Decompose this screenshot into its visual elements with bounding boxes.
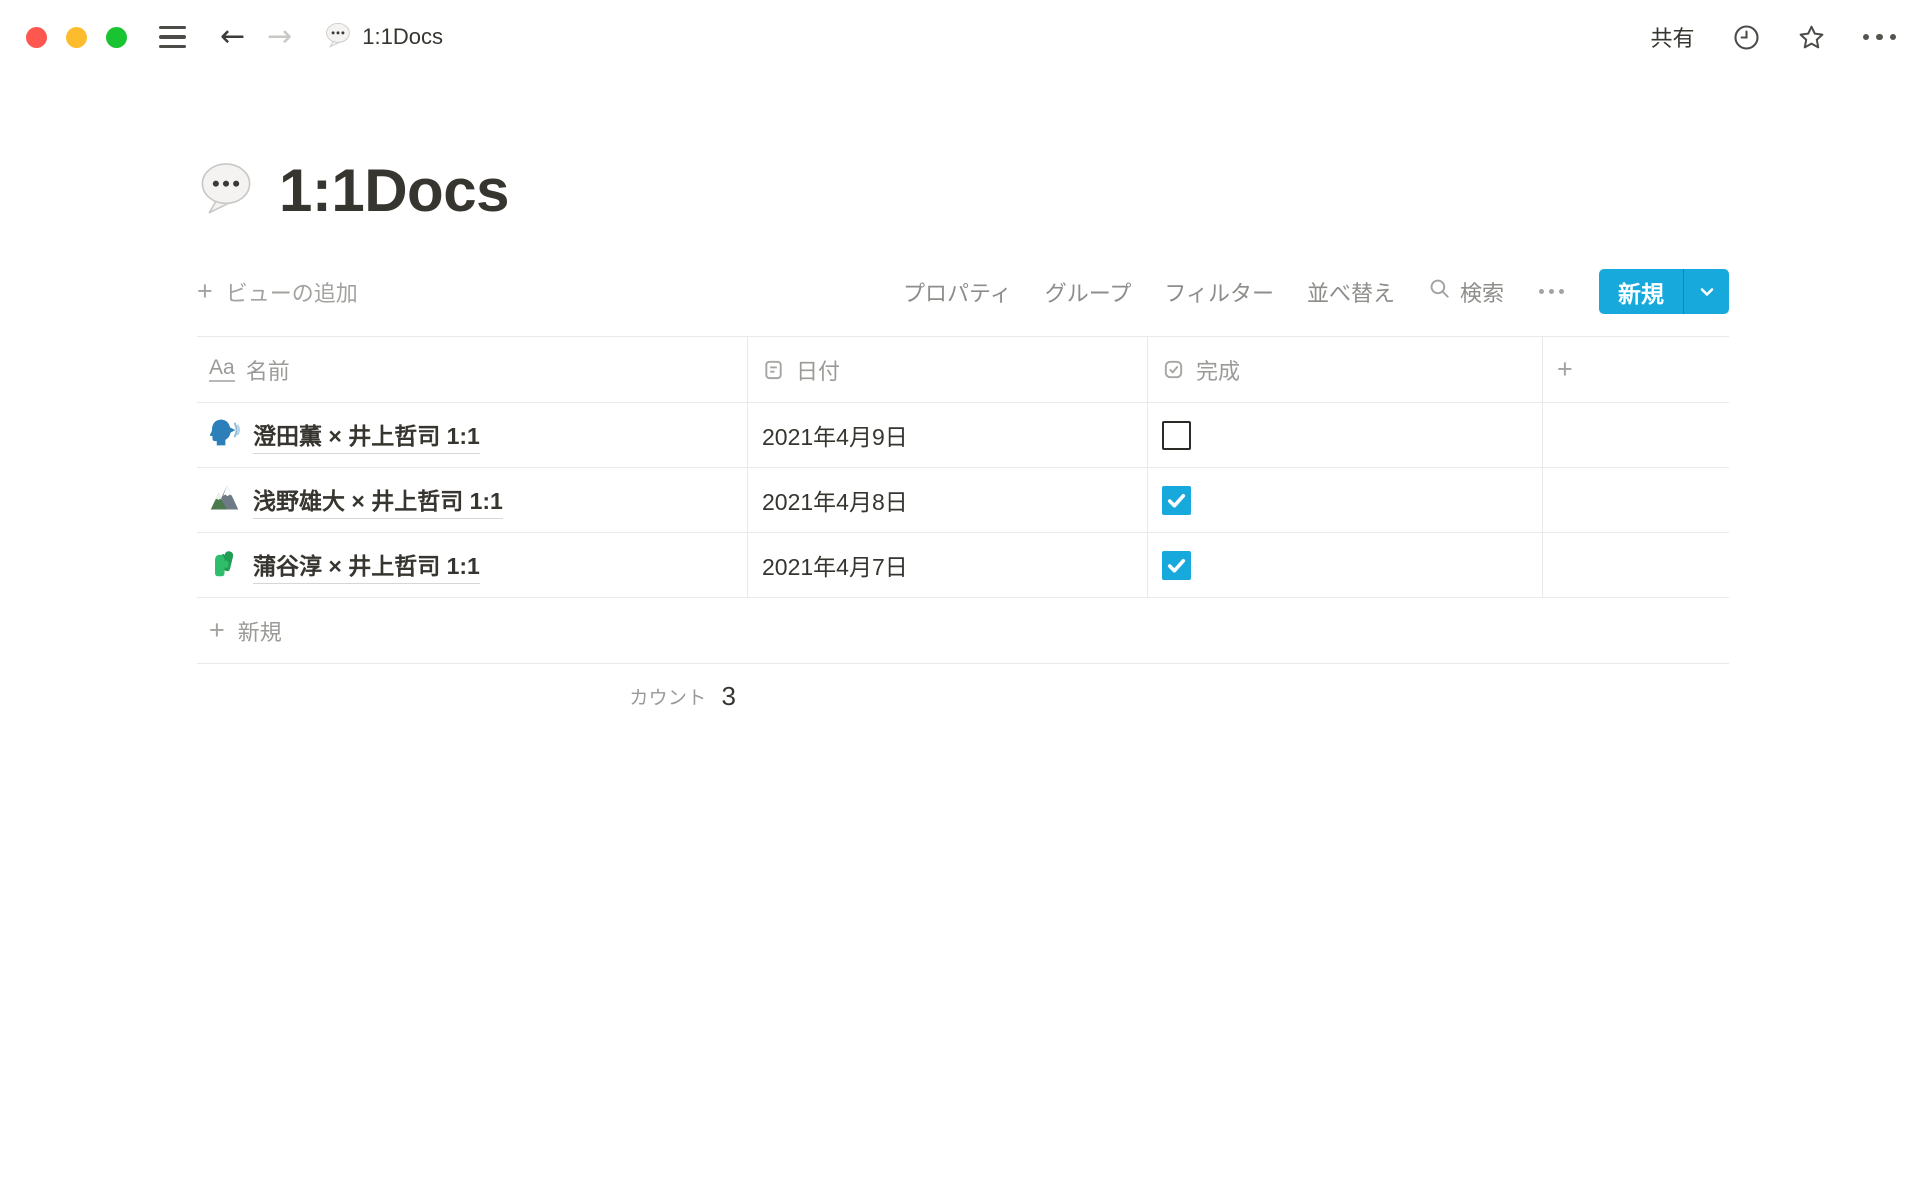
column-header-date[interactable]: 日付 — [748, 337, 1148, 402]
gloves-emoji-icon — [209, 547, 240, 584]
database-table: Aa 名前 日付 — [197, 336, 1729, 728]
done-checkbox[interactable] — [1162, 551, 1191, 580]
plus-icon: + — [197, 278, 213, 305]
cell-date[interactable]: 2021年4月7日 — [748, 533, 1148, 597]
page-content: 1:1Docs + ビューの追加 プロパティ グループ フィルター 並べ替え 検… — [197, 156, 1729, 728]
row-title[interactable]: 浅野雄大 × 井上哲司 1:1 — [253, 482, 503, 519]
add-view-button[interactable]: + ビューの追加 — [197, 276, 358, 308]
plus-icon: + — [209, 617, 225, 644]
search-icon — [1428, 277, 1451, 306]
done-checkbox[interactable] — [1162, 421, 1191, 450]
count-calc-button[interactable]: カウント 3 — [197, 664, 748, 728]
text-property-icon: Aa — [209, 357, 235, 382]
add-view-label: ビューの追加 — [226, 276, 358, 308]
add-row-label: 新規 — [238, 615, 282, 647]
filter-button[interactable]: フィルター — [1164, 276, 1274, 308]
back-arrow-icon[interactable]: ← — [220, 22, 245, 52]
speaking-head-emoji-icon — [209, 417, 240, 454]
minimize-window-button[interactable] — [66, 27, 87, 48]
cell-empty — [1543, 533, 1729, 597]
zoom-window-button[interactable] — [106, 27, 127, 48]
group-button[interactable]: グループ — [1045, 276, 1132, 308]
count-value: 3 — [722, 681, 736, 712]
breadcrumb-title: 1:1Docs — [362, 24, 443, 50]
mountain-emoji-icon — [209, 482, 240, 519]
count-label: カウント — [629, 683, 706, 710]
cell-done[interactable] — [1148, 403, 1543, 467]
calendar-icon — [762, 358, 785, 381]
cell-date[interactable]: 2021年4月8日 — [748, 468, 1148, 532]
table-row: 澄田薫 × 井上哲司 1:1 2021年4月9日 — [197, 403, 1729, 468]
row-title[interactable]: 澄田薫 × 井上哲司 1:1 — [253, 417, 480, 454]
close-window-button[interactable] — [26, 27, 47, 48]
cell-empty — [1543, 468, 1729, 532]
cell-date[interactable]: 2021年4月9日 — [748, 403, 1148, 467]
breadcrumb[interactable]: 1:1Docs — [324, 21, 443, 54]
cell-empty — [1543, 403, 1729, 467]
page-emoji-icon[interactable] — [197, 159, 255, 222]
page-title-block: 1:1Docs — [197, 156, 1729, 225]
column-header-name[interactable]: Aa 名前 — [197, 337, 748, 402]
plus-icon: + — [1557, 356, 1573, 383]
table-header-row: Aa 名前 日付 — [197, 336, 1729, 403]
table-row: 浅野雄大 × 井上哲司 1:1 2021年4月8日 — [197, 468, 1729, 533]
column-header-done[interactable]: 完成 — [1148, 337, 1543, 402]
favorite-star-icon[interactable] — [1798, 24, 1825, 51]
sort-button[interactable]: 並べ替え — [1307, 276, 1395, 308]
cell-done[interactable] — [1148, 533, 1543, 597]
view-toolbar: + ビューの追加 プロパティ グループ フィルター 並べ替え 検索 新規 — [197, 269, 1729, 314]
topbar-actions: 共有 — [1650, 21, 1896, 53]
forward-arrow-icon[interactable]: → — [267, 22, 292, 52]
done-checkbox[interactable] — [1162, 486, 1191, 515]
table-row: 蒲谷淳 × 井上哲司 1:1 2021年4月7日 — [197, 533, 1729, 598]
share-button[interactable]: 共有 — [1650, 21, 1694, 53]
cell-name[interactable]: 浅野雄大 × 井上哲司 1:1 — [197, 468, 748, 532]
table-calc-row: カウント 3 — [197, 664, 1729, 728]
new-record-label[interactable]: 新規 — [1599, 269, 1683, 314]
view-toolbar-actions: プロパティ グループ フィルター 並べ替え 検索 新規 — [903, 269, 1729, 314]
search-button[interactable]: 検索 — [1428, 276, 1504, 308]
column-header-name-label: 名前 — [246, 354, 290, 386]
column-header-date-label: 日付 — [796, 354, 840, 386]
row-title[interactable]: 蒲谷淳 × 井上哲司 1:1 — [253, 547, 480, 584]
cell-done[interactable] — [1148, 468, 1543, 532]
view-more-icon[interactable] — [1537, 289, 1566, 294]
traffic-lights — [26, 27, 127, 48]
cell-name[interactable]: 澄田薫 × 井上哲司 1:1 — [197, 403, 748, 467]
updates-clock-icon[interactable] — [1733, 24, 1760, 51]
search-label: 検索 — [1460, 276, 1504, 308]
page-link[interactable]: 蒲谷淳 × 井上哲司 1:1 — [209, 547, 480, 584]
new-record-button[interactable]: 新規 — [1599, 269, 1729, 314]
checkbox-property-icon — [1162, 358, 1185, 381]
add-row-button[interactable]: + 新規 — [197, 598, 1729, 664]
more-menu-icon[interactable] — [1863, 34, 1897, 41]
column-header-done-label: 完成 — [1196, 354, 1240, 386]
properties-button[interactable]: プロパティ — [903, 276, 1012, 308]
cell-name[interactable]: 蒲谷淳 × 井上哲司 1:1 — [197, 533, 748, 597]
window-topbar: ← → 1:1Docs 共有 — [0, 0, 1920, 64]
breadcrumb-page-emoji-icon — [324, 21, 352, 54]
page-link[interactable]: 浅野雄大 × 井上哲司 1:1 — [209, 482, 503, 519]
add-column-button[interactable]: + — [1543, 337, 1729, 402]
sidebar-toggle-icon[interactable] — [159, 26, 186, 49]
page-link[interactable]: 澄田薫 × 井上哲司 1:1 — [209, 417, 480, 454]
new-record-dropdown[interactable] — [1683, 269, 1729, 314]
page-title[interactable]: 1:1Docs — [279, 156, 509, 225]
